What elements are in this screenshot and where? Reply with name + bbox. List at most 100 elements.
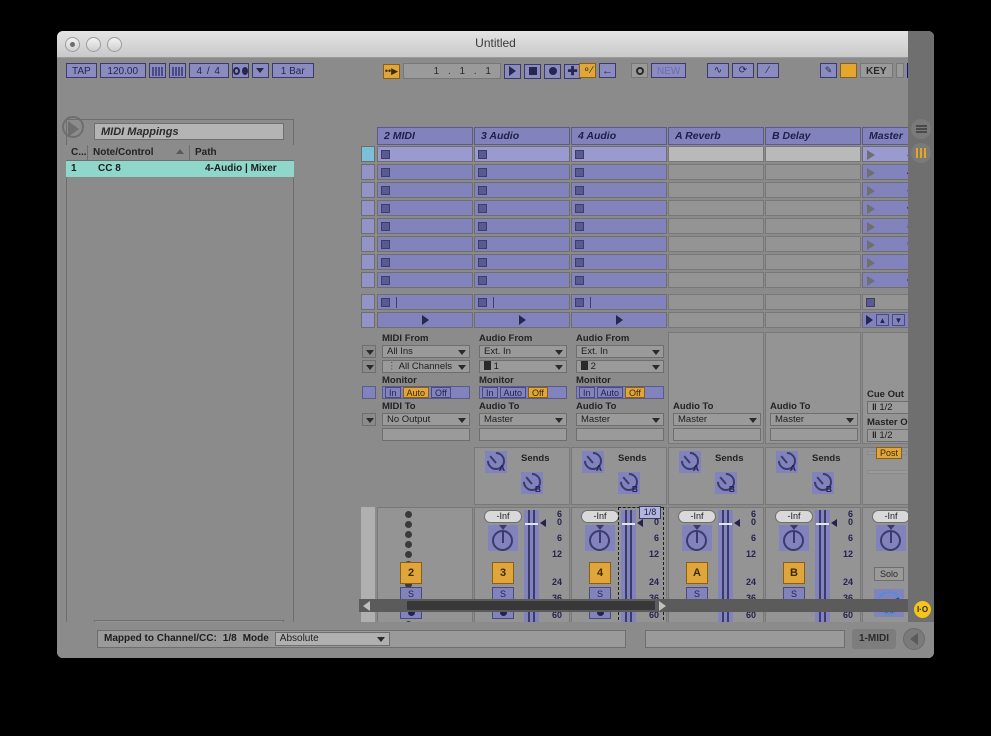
column-note-control[interactable]: Note/Control — [88, 145, 190, 160]
audio-from-select[interactable]: Ext. In — [576, 345, 664, 358]
track-activator-return-a[interactable]: A — [686, 562, 708, 584]
clip-slot[interactable] — [377, 182, 473, 198]
clip-stop-icon[interactable] — [478, 150, 487, 159]
scene-play-button-icon[interactable] — [866, 315, 873, 325]
pan-knob-return-b[interactable] — [779, 525, 809, 551]
monitor-in-button[interactable]: In — [385, 387, 401, 398]
clip-stop-icon[interactable] — [575, 240, 584, 249]
clip-slot[interactable] — [474, 164, 570, 180]
loop-icon[interactable]: ⟳ — [732, 63, 754, 78]
clip-slot[interactable] — [377, 272, 473, 288]
stop-clip-icon[interactable] — [381, 298, 390, 307]
send-a-knob-return-b[interactable]: A — [774, 448, 800, 474]
track-header-a-reverb[interactable]: A Reverb — [668, 127, 764, 145]
scene-down-icon[interactable]: ▼ — [892, 314, 905, 326]
quantization-dropdown-icon[interactable] — [251, 63, 269, 78]
mode-select[interactable]: Absolute — [274, 632, 390, 646]
scene-indicator[interactable] — [361, 164, 375, 180]
scene-select-indicator[interactable] — [361, 146, 375, 162]
clip-slot[interactable] — [377, 200, 473, 216]
scroll-left-icon[interactable] — [363, 600, 370, 611]
session-horizontal-scrollbar[interactable] — [359, 599, 934, 612]
track-header-b-delay[interactable]: B Delay — [765, 127, 861, 145]
clip-stop-icon[interactable] — [575, 150, 584, 159]
solo-button-master[interactable]: Solo — [874, 567, 904, 581]
track-launch-button[interactable] — [377, 312, 473, 328]
fade-icon[interactable]: ⁄ — [757, 63, 779, 78]
send-a-post-button[interactable]: Post — [876, 447, 903, 459]
send-a-knob-track3[interactable]: A — [483, 448, 509, 474]
volume-display-3[interactable]: -Inf — [484, 510, 522, 523]
track-stop-slot[interactable] — [474, 294, 570, 310]
scene-indicator[interactable] — [361, 272, 375, 288]
draw-mode-icon[interactable]: ∿ — [707, 63, 729, 78]
audio-to-select-return-a[interactable]: Master — [673, 413, 761, 426]
track-launch-button[interactable] — [571, 312, 667, 328]
follow-icon[interactable] — [631, 63, 648, 78]
clip-slot[interactable] — [377, 218, 473, 234]
clip-slot[interactable] — [377, 146, 473, 162]
pan-knob-3[interactable] — [488, 525, 518, 551]
clip-stop-icon[interactable] — [381, 150, 390, 159]
volume-display-return-b[interactable]: -Inf — [775, 510, 813, 523]
clip-stop-icon[interactable] — [575, 204, 584, 213]
audio-to-sub-select[interactable] — [673, 428, 761, 441]
scene-indicator[interactable] — [361, 254, 375, 270]
scrollbar-thumb[interactable] — [407, 601, 655, 610]
stop-icon[interactable] — [524, 63, 541, 79]
tempo-field[interactable]: 120.00 — [99, 63, 146, 78]
midi-to-sub-select[interactable] — [382, 428, 470, 441]
volume-display-master[interactable]: -Inf — [872, 510, 910, 523]
clip-slot[interactable] — [571, 236, 667, 252]
volume-display-return-a[interactable]: -Inf — [678, 510, 716, 523]
monitor-auto-button[interactable]: Auto — [596, 387, 624, 398]
clip-slot[interactable] — [377, 254, 473, 270]
clip-stop-icon[interactable] — [381, 204, 390, 213]
io-expand-icon[interactable] — [362, 413, 376, 426]
tap-tempo-button[interactable]: TAP — [66, 63, 97, 78]
audio-to-select[interactable]: Master — [479, 413, 567, 426]
stop-clip-icon[interactable] — [575, 298, 584, 307]
stop-clip-icon[interactable] — [478, 298, 487, 307]
in-out-toggle[interactable]: I·O — [914, 601, 931, 618]
scene-indicator[interactable] — [361, 236, 375, 252]
time-signature-field[interactable]: 4 / 4 — [188, 63, 229, 78]
clip-slot[interactable] — [474, 236, 570, 252]
position-field[interactable]: 1 . 1 . 1 — [403, 63, 501, 79]
help-view-back-icon[interactable] — [903, 628, 925, 650]
monitor-off-button[interactable]: Off — [528, 387, 548, 398]
clip-stop-icon[interactable] — [381, 258, 390, 267]
monitor-off-button[interactable]: Off — [625, 387, 645, 398]
monitor-buttons-track2[interactable]: In Auto Off — [382, 386, 470, 399]
audio-channel-select[interactable]: 2 — [576, 360, 664, 373]
reenable-automation-icon[interactable]: ← — [599, 63, 616, 78]
clip-stop-icon[interactable] — [575, 258, 584, 267]
audio-channel-select[interactable]: 1 — [479, 360, 567, 373]
clip-slot[interactable] — [571, 182, 667, 198]
monitor-buttons-track3[interactable]: In Auto Off — [479, 386, 567, 399]
monitor-auto-button[interactable]: Auto — [499, 387, 527, 398]
column-path[interactable]: Path — [190, 145, 294, 160]
pan-knob-return-a[interactable] — [682, 525, 712, 551]
audio-to-sub-select[interactable] — [576, 428, 664, 441]
clip-slot[interactable] — [571, 272, 667, 288]
track-header-3-audio[interactable]: 3 Audio — [474, 127, 570, 145]
punch-in-icon[interactable]: ••▶ — [383, 63, 400, 79]
clip-slot[interactable] — [474, 272, 570, 288]
clip-stop-icon[interactable] — [575, 168, 584, 177]
send-b-knob-return-a[interactable]: B — [713, 469, 739, 495]
track-stop-slot[interactable] — [377, 294, 473, 310]
midi-mapping-row[interactable]: 1 CC 8 4-Audio | Mixer — [66, 161, 294, 177]
audio-to-sub-select[interactable] — [770, 428, 858, 441]
clip-stop-icon[interactable] — [478, 258, 487, 267]
io-expand-icon[interactable] — [362, 345, 376, 358]
clip-stop-icon[interactable] — [575, 276, 584, 285]
scene-indicator[interactable] — [361, 182, 375, 198]
pan-knob-4[interactable] — [585, 525, 615, 551]
send-b-knob-return-b[interactable]: B — [810, 469, 836, 495]
volume-display-4[interactable]: -Inf — [581, 510, 619, 523]
track-launch-button[interactable] — [474, 312, 570, 328]
clip-slot[interactable] — [474, 182, 570, 198]
clip-stop-icon[interactable] — [478, 168, 487, 177]
clip-slot[interactable] — [571, 146, 667, 162]
